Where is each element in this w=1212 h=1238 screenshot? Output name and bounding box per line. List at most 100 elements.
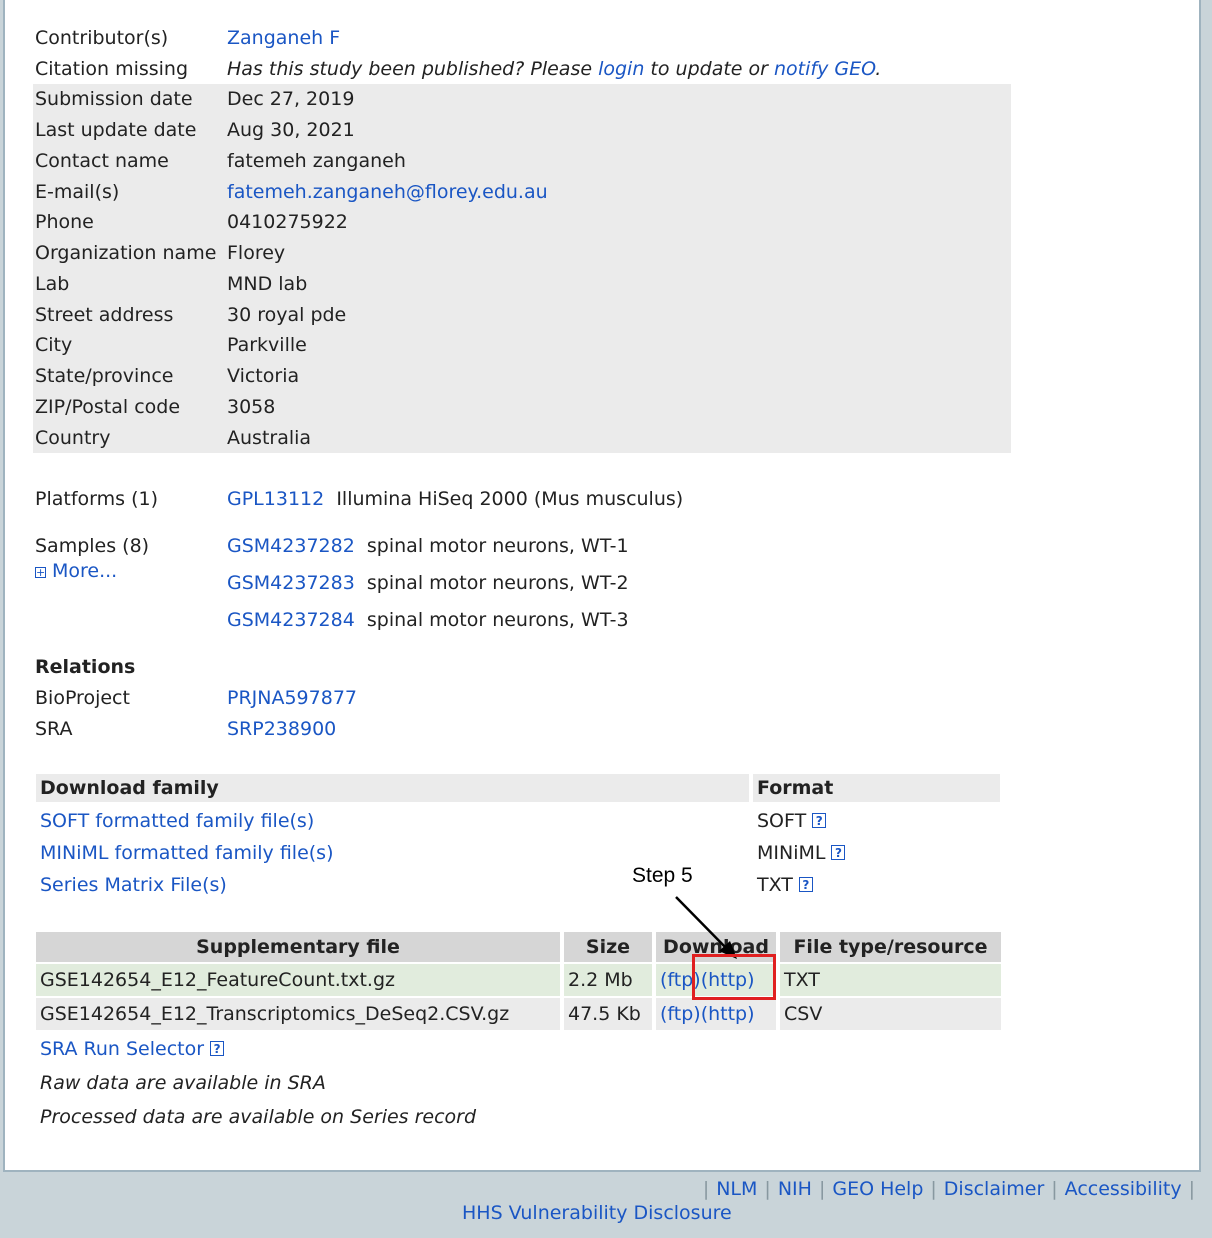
format-value: SOFT [757,810,807,832]
citation-suffix: . [875,58,882,80]
contributor-link[interactable]: Zanganeh F [227,23,340,54]
sample-link[interactable]: GSM4237282 [227,535,355,557]
sample-item: GSM4237283 spinal motor neurons, WT-2 [227,568,629,599]
bioproject-link[interactable]: PRJNA597877 [227,683,357,714]
ftp-download-link[interactable]: (ftp) [660,1003,701,1025]
field-value: 30 royal pde [227,304,347,326]
footer-separator: | [702,1178,710,1200]
footer: | NLM | NIH | GEO Help | Disclaimer | Accessibili… [0,1172,1212,1238]
footer-separator: | [1051,1178,1058,1200]
email-link[interactable]: fatemeh.zanganeh@florey.edu.au [227,177,548,208]
help-icon[interactable]: ? [798,877,813,892]
miniml-family-link-row: MINiML formatted family file(s) [40,837,333,869]
help-icon[interactable]: ? [210,1041,225,1056]
field-label: Contact name [35,150,169,172]
download-family-header: Download family [36,774,749,802]
field-value: Parkville [227,334,307,356]
format-cell: MINiML? [757,837,846,869]
field-value: fatemeh zanganeh [227,150,406,172]
sra-run-selector-link[interactable]: SRA Run Selector [40,1038,204,1060]
platforms-label: Platforms (1) [35,488,158,510]
platform-desc: Illumina HiSeq 2000 (Mus musculus) [336,488,684,510]
citation-label: Citation missing [35,58,189,80]
series-matrix-link[interactable]: Series Matrix File(s) [40,874,227,896]
field-label: City [35,334,73,356]
field-label: Organization name [35,242,217,264]
contributors-label: Contributor(s) [35,27,169,49]
field-value: MND lab [227,273,308,295]
footer-separator: | [1188,1178,1195,1200]
field-label: Lab [35,273,70,295]
supplementary-file-name: GSE142654_E12_FeatureCount.txt.gz [36,964,560,996]
supplementary-file-name: GSE142654_E12_Transcriptomics_DeSeq2.CSV… [36,998,560,1030]
step-highlight-box [692,954,776,1000]
file-type-header: File type/resource [780,932,1001,962]
http-download-link[interactable]: (http) [701,1003,755,1025]
relation-label: BioProject [35,687,130,709]
relations-heading: Relations [35,656,136,678]
raw-data-note: Raw data are available in SRA [40,1072,326,1094]
field-label: Last update date [35,119,197,141]
field-label: State/province [35,365,174,387]
sra-run-selector-row: SRA Run Selector? [40,1033,225,1065]
sample-desc: spinal motor neurons, WT-3 [366,609,629,631]
footer-separator: | [930,1178,937,1200]
step-annotation-label: Step 5 [632,864,693,887]
field-label: ZIP/Postal code [35,396,181,418]
help-icon[interactable]: ? [831,845,846,860]
field-label: E-mail(s) [35,181,120,203]
footer-link-geo-help[interactable]: GEO Help [832,1178,923,1200]
geo-series-page: Contributor(s) Zanganeh F Citation missi… [3,0,1201,1172]
supplementary-file-header: Supplementary file [36,932,560,962]
field-value: 3058 [227,396,276,418]
format-value: TXT [757,874,793,896]
series-matrix-link-row: Series Matrix File(s) [40,869,227,901]
format-value: MINiML [757,842,826,864]
footer-link-nlm[interactable]: NLM [716,1178,757,1200]
miniml-family-link[interactable]: MINiML formatted family file(s) [40,842,333,864]
download-links: (ftp)(http) [656,998,776,1030]
field-label: Submission date [35,88,193,110]
soft-family-link[interactable]: SOFT formatted family file(s) [40,810,314,832]
sample-desc: spinal motor neurons, WT-2 [366,572,629,594]
soft-family-link-row: SOFT formatted family file(s) [40,805,314,837]
citation-prefix: Has this study been published? Please [227,58,593,80]
citation-text: Has this study been published? Please lo… [227,54,881,85]
processed-data-note: Processed data are available on Series r… [40,1106,477,1128]
sample-link[interactable]: GSM4237283 [227,572,355,594]
field-value: Dec 27, 2019 [227,88,355,110]
samples-more-toggle[interactable]: + More... [35,556,117,587]
footer-link-accessibility[interactable]: Accessibility [1065,1178,1182,1200]
platform-link[interactable]: GPL13112 [227,488,324,510]
field-value: Aug 30, 2021 [227,119,355,141]
hhs-vulnerability-link[interactable]: HHS Vulnerability Disclosure [462,1200,732,1226]
citation-middle: to update or [650,58,768,80]
field-value: Florey [227,242,286,264]
sample-link[interactable]: GSM4237284 [227,609,355,631]
footer-link-disclaimer[interactable]: Disclaimer [944,1178,1044,1200]
sra-link[interactable]: SRP238900 [227,714,336,745]
sample-desc: spinal motor neurons, WT-1 [366,535,629,557]
field-label: Country [35,427,111,449]
help-icon[interactable]: ? [812,813,827,828]
sample-item: GSM4237284 spinal motor neurons, WT-3 [227,605,629,636]
file-size: 2.2 Mb [564,964,652,996]
sample-item: GSM4237282 spinal motor neurons, WT-1 [227,531,629,562]
field-value: 0410275922 [227,211,348,233]
field-label: Street address [35,304,174,326]
format-cell: SOFT? [757,805,827,837]
size-header: Size [564,932,652,962]
footer-links: | NLM | NIH | GEO Help | Disclaimer | Accessibili… [696,1176,1202,1202]
footer-separator: | [818,1178,826,1200]
format-header: Format [753,774,1000,802]
expand-plus-icon: + [35,566,46,579]
samples-more-label: More... [52,560,118,582]
format-cell: TXT? [757,869,813,901]
notify-geo-link[interactable]: notify GEO [774,58,875,80]
file-size: 47.5 Kb [564,998,652,1030]
field-label: Phone [35,211,94,233]
platform-item: GPL13112 Illumina HiSeq 2000 (Mus muscul… [227,484,683,515]
login-link[interactable]: login [598,58,644,80]
footer-link-nih[interactable]: NIH [778,1178,812,1200]
field-value: Australia [227,427,312,449]
